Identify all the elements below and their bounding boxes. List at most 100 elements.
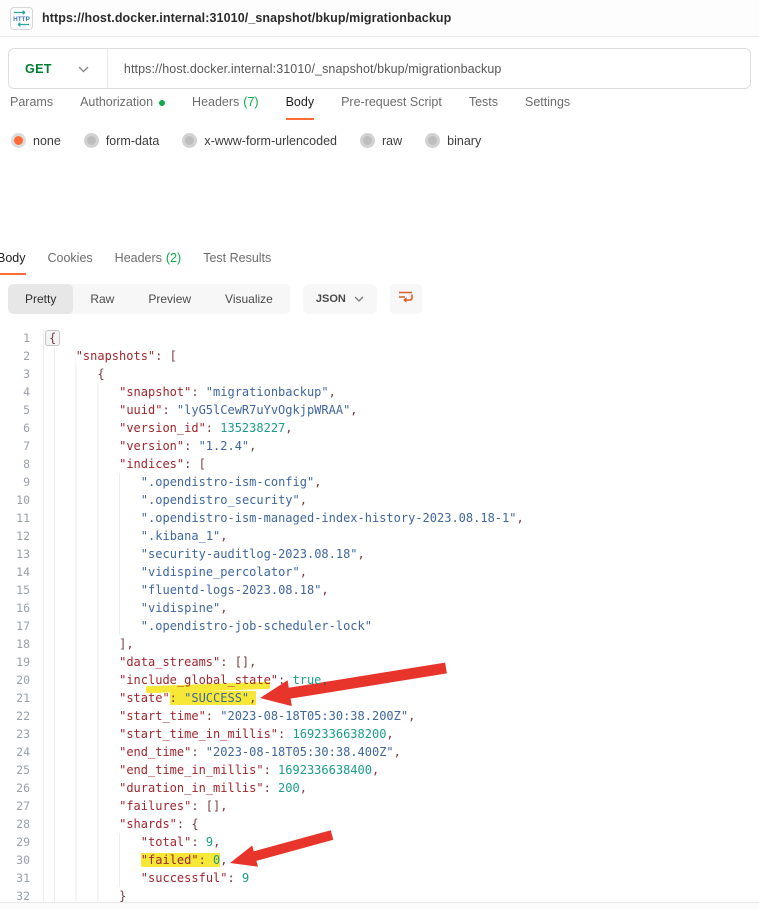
token: : <box>191 835 205 849</box>
method-selector[interactable]: GET <box>9 60 107 78</box>
beautify-button[interactable] <box>390 284 422 314</box>
http-request-icon: HTTP <box>10 7 33 30</box>
url-bar: GET https://host.docker.internal:31010/_… <box>8 48 751 89</box>
response-tab-cookies[interactable]: Cookies <box>48 251 93 275</box>
token: 135238227 <box>220 421 285 435</box>
tab-label: Body <box>286 95 315 109</box>
empty-request-body-area <box>0 148 759 245</box>
line-number: 5 <box>0 401 44 419</box>
token: , <box>408 709 415 723</box>
request-tab-params[interactable]: Params <box>10 95 53 120</box>
response-tab-headers[interactable]: Headers(2) <box>115 251 182 275</box>
body-mode-x-www-form-urlencoded[interactable]: x-www-form-urlencoded <box>182 133 337 148</box>
line-content: "snapshots": [ <box>44 347 177 365</box>
token: "2023-08-18T05:30:38.200Z" <box>220 709 408 723</box>
view-visualize[interactable]: Visualize <box>208 284 290 314</box>
request-tab-body[interactable]: Body <box>286 95 315 120</box>
tab-label: Params <box>10 95 53 109</box>
token: "2023-08-18T05:30:38.400Z" <box>206 745 394 759</box>
radio-icon <box>11 133 26 148</box>
body-mode-none[interactable]: none <box>11 133 61 148</box>
mode-label: none <box>33 134 61 148</box>
radio-icon <box>84 133 99 148</box>
request-tab-settings[interactable]: Settings <box>525 95 570 120</box>
token: ".kibana_1" <box>141 529 220 543</box>
line-content: "data_streams": [], <box>44 653 256 671</box>
url-input[interactable]: https://host.docker.internal:31010/_snap… <box>108 62 502 76</box>
code-line: 3{ <box>0 365 759 383</box>
request-tab-headers[interactable]: Headers(7) <box>192 95 259 120</box>
token: 1692336638400 <box>278 763 372 777</box>
token: : <box>170 691 184 705</box>
body-mode-binary[interactable]: binary <box>425 133 481 148</box>
code-line: 9".opendistro-ism-config", <box>0 473 759 491</box>
token: ".opendistro-ism-config" <box>141 475 314 489</box>
mode-label: binary <box>447 134 481 148</box>
request-tabs: Params Authorization Headers(7) Body Pre-req… <box>10 95 759 120</box>
code-line: 14"vidispine_percolator", <box>0 563 759 581</box>
body-mode-form-data[interactable]: form-data <box>84 133 160 148</box>
body-mode-options: none form-data x-www-form-urlencoded raw bin… <box>11 133 759 148</box>
token: 9 <box>242 871 249 885</box>
token: , <box>321 673 328 687</box>
view-preview[interactable]: Preview <box>131 284 208 314</box>
token: "start_time_in_millis" <box>119 727 278 741</box>
request-tab-title: https://host.docker.internal:31010/_snap… <box>42 11 451 25</box>
mode-label: form-data <box>106 134 160 148</box>
token: true <box>293 673 322 687</box>
line-number: 16 <box>0 599 44 617</box>
line-content: "fluentd-logs-2023.08.18", <box>44 581 329 599</box>
token: , <box>300 565 307 579</box>
line-number: 18 <box>0 635 44 653</box>
line-number: 26 <box>0 779 44 797</box>
line-content: "end_time": "2023-08-18T05:30:38.400Z", <box>44 743 401 761</box>
token: : [ <box>184 457 206 471</box>
tab-label: Authorization <box>80 95 153 109</box>
request-tab-authorization[interactable]: Authorization <box>80 95 165 120</box>
line-content: "start_time": "2023-08-18T05:30:38.200Z"… <box>44 707 415 725</box>
token: : <box>184 439 198 453</box>
format-dropdown[interactable]: JSON <box>303 284 377 314</box>
view-raw[interactable]: Raw <box>73 284 131 314</box>
token: "vidispine" <box>141 601 220 615</box>
request-tab-tests[interactable]: Tests <box>469 95 498 120</box>
method-label: GET <box>25 62 52 76</box>
code-line: 24"end_time": "2023-08-18T05:30:38.400Z"… <box>0 743 759 761</box>
mode-label: raw <box>382 134 402 148</box>
token: , <box>516 511 523 525</box>
count-badge: (7) <box>243 95 258 109</box>
request-tab-pre-request-script[interactable]: Pre-request Script <box>341 95 442 120</box>
response-tab-body[interactable]: Body <box>0 251 26 275</box>
code-line: 7"version": "1.2.4", <box>0 437 759 455</box>
token: "snapshot" <box>119 385 191 399</box>
line-number: 9 <box>0 473 44 491</box>
token: , <box>220 853 227 867</box>
line-content: ], <box>44 635 134 653</box>
line-content: "security-auditlog-2023.08.18", <box>44 545 365 563</box>
response-body-json[interactable]: 1{2"snapshots": [3{4"snapshot": "migrati… <box>0 324 759 905</box>
token: "failed" <box>141 853 199 867</box>
line-content: "duration_in_millis": 200, <box>44 779 307 797</box>
view-pretty[interactable]: Pretty <box>8 284 73 314</box>
line-content: "snapshot": "migrationbackup", <box>44 383 336 401</box>
token: ".opendistro_security" <box>141 493 300 507</box>
token: ".opendistro-ism-managed-index-history-2… <box>141 511 517 525</box>
token: "lyG5lCewR7uYvOgkjpWRAA" <box>177 403 350 417</box>
tab-label: Headers <box>115 251 162 265</box>
response-tab-test-results[interactable]: Test Results <box>203 251 271 275</box>
code-line: 1{ <box>0 329 759 347</box>
tab-label: Pre-request Script <box>341 95 442 109</box>
code-line: 23"start_time_in_millis": 1692336638200, <box>0 725 759 743</box>
token: : <box>264 781 278 795</box>
token: : <box>206 421 220 435</box>
token: "1.2.4" <box>199 439 250 453</box>
token: : <box>199 853 213 867</box>
code-line: 13"security-auditlog-2023.08.18", <box>0 545 759 563</box>
token: : <box>206 709 220 723</box>
code-line: 6"version_id": 135238227, <box>0 419 759 437</box>
line-number: 8 <box>0 455 44 473</box>
body-mode-raw[interactable]: raw <box>360 133 402 148</box>
chevron-down-icon <box>78 60 89 78</box>
horizontal-scrollbar[interactable] <box>0 902 759 909</box>
tab-label: Test Results <box>203 251 271 265</box>
